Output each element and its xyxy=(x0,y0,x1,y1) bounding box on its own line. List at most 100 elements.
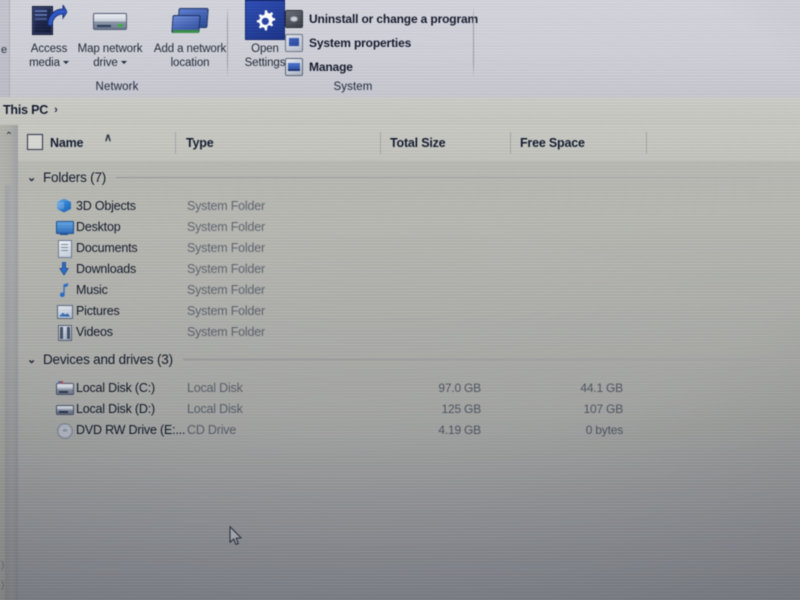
column-divider[interactable] xyxy=(510,132,511,154)
access-media-label-l2: media xyxy=(29,56,60,69)
list-item[interactable]: Music System Folder xyxy=(18,279,800,300)
list-item[interactable]: DVD RW Drive (E:... CD Drive 4.19 GB 0 b… xyxy=(18,419,800,440)
chevron-down-icon[interactable]: ⌄ xyxy=(27,353,39,366)
add-network-location-label: Add a network location xyxy=(154,43,226,70)
select-all-checkbox[interactable] xyxy=(27,134,43,150)
dvd-drive-icon xyxy=(56,422,73,439)
3d-objects-icon xyxy=(56,198,72,214)
add-network-location-icon xyxy=(168,4,212,40)
navigation-pane[interactable]: ⌃ ) ) xyxy=(0,125,19,600)
list-item[interactable]: Documents System Folder xyxy=(18,237,800,258)
item-type: System Folder xyxy=(187,198,265,213)
column-divider[interactable] xyxy=(175,132,176,154)
add-net-label-l1: Add a network xyxy=(153,43,227,55)
column-header-total-size[interactable]: Total Size xyxy=(390,136,446,150)
column-header-row: Name ∧ Type Total Size Free Space xyxy=(18,125,800,162)
map-network-drive-button[interactable]: Map network drive xyxy=(71,4,149,70)
uninstall-program-label: Uninstall or change a program xyxy=(309,12,479,26)
ribbon-group-system-label: System xyxy=(333,81,373,93)
open-settings-icon-wrap xyxy=(245,0,285,40)
manage-button[interactable]: Manage xyxy=(285,58,353,76)
item-type: Local Disk xyxy=(187,380,243,395)
group-rule xyxy=(182,358,760,360)
breadcrumb-chevron-icon[interactable]: › xyxy=(54,104,58,116)
open-settings-label: Open Settings xyxy=(245,43,286,70)
nav-ghost-fragment: ) xyxy=(1,560,5,571)
group-rule xyxy=(116,176,760,178)
list-item[interactable]: Desktop System Folder xyxy=(18,216,800,237)
column-header-free-space[interactable]: Free Space xyxy=(520,136,585,150)
file-explorer-window: e Access media Map network drive Add a n… xyxy=(0,0,800,600)
item-name: Desktop xyxy=(76,219,121,234)
access-media-label: Access media xyxy=(29,43,69,70)
item-name: DVD RW Drive (E:... xyxy=(76,422,186,437)
ribbon-group-separator-right xyxy=(473,6,474,78)
list-item[interactable]: Pictures System Folder xyxy=(18,300,800,321)
open-settings-label-l2: Settings xyxy=(244,56,286,69)
access-media-icon xyxy=(29,4,69,40)
breadcrumb-item-this-pc[interactable]: This PC xyxy=(3,103,48,117)
list-item[interactable]: 3D Objects System Folder xyxy=(18,195,800,216)
item-total-size: 97.0 GB xyxy=(438,380,481,395)
item-name: Downloads xyxy=(76,261,137,276)
item-type: System Folder xyxy=(187,219,265,234)
chevron-down-icon[interactable]: ⌄ xyxy=(27,171,39,184)
list-item[interactable]: Videos System Folder xyxy=(18,321,800,342)
column-header-type[interactable]: Type xyxy=(186,136,214,150)
add-network-location-button[interactable]: Add a network location xyxy=(147,4,233,70)
item-total-size: 125 GB xyxy=(441,401,482,416)
list-item[interactable]: Local Disk (D:) Local Disk 125 GB 107 GB xyxy=(18,398,800,419)
gear-icon xyxy=(245,0,285,40)
item-type: System Folder xyxy=(187,324,265,339)
music-icon xyxy=(56,282,72,298)
item-name: Local Disk (C:) xyxy=(76,380,155,395)
group-header-devices[interactable]: ⌄ Devices and drives (3) xyxy=(18,346,800,372)
item-free-space: 0 bytes xyxy=(585,422,623,437)
sort-ascending-icon: ∧ xyxy=(104,132,113,144)
system-properties-button[interactable]: System properties xyxy=(285,34,411,52)
downloads-icon xyxy=(56,261,72,277)
item-total-size: 4.19 GB xyxy=(438,422,481,437)
uninstall-program-button[interactable]: Uninstall or change a program xyxy=(285,10,478,28)
pictures-icon xyxy=(56,303,73,319)
list-item[interactable]: Local Disk (C:) Local Disk 97.0 GB 44.1 … xyxy=(18,377,800,398)
item-free-space: 44.1 GB xyxy=(580,380,623,395)
list-item[interactable]: Downloads System Folder xyxy=(18,258,800,279)
item-type: CD Drive xyxy=(187,422,237,437)
item-type: System Folder xyxy=(187,282,265,297)
column-header-name[interactable]: Name xyxy=(50,136,83,150)
mouse-cursor xyxy=(229,526,243,546)
item-name: 3D Objects xyxy=(76,198,136,213)
file-list: ⌄ Folders (7) 3D Objects System Folder D… xyxy=(18,161,800,600)
item-free-space: 107 GB xyxy=(583,401,624,416)
item-type: Local Disk xyxy=(187,401,243,416)
address-bar[interactable]: This PC › xyxy=(0,97,800,126)
column-divider[interactable] xyxy=(380,132,381,154)
nav-ghost-fragment: ) xyxy=(1,580,5,591)
chevron-down-icon[interactable] xyxy=(62,60,69,64)
ribbon-toolbar: e Access media Map network drive Add a n… xyxy=(0,0,800,98)
item-name: Music xyxy=(76,282,108,297)
access-media-label-l1: Access xyxy=(30,43,68,55)
manage-label: Manage xyxy=(309,60,353,74)
ribbon-group-network-label: Network xyxy=(95,81,139,93)
local-disk-c-icon xyxy=(56,380,74,396)
map-drive-label-l2: drive xyxy=(93,56,118,69)
item-type: System Folder xyxy=(187,240,265,255)
map-drive-label-l1: Map network xyxy=(77,43,143,55)
group-title-devices: Devices and drives (3) xyxy=(43,351,173,367)
documents-icon xyxy=(56,239,72,258)
item-name: Videos xyxy=(76,324,113,339)
breadcrumb[interactable]: This PC › xyxy=(3,103,58,117)
column-divider[interactable] xyxy=(646,132,647,154)
local-disk-d-icon xyxy=(56,401,74,417)
navigation-pane-scrollbar[interactable] xyxy=(5,185,14,600)
scroll-up-icon[interactable]: ⌃ xyxy=(2,129,16,143)
item-type: System Folder xyxy=(187,261,265,276)
add-net-label-l2: location xyxy=(170,56,210,69)
chevron-down-icon[interactable] xyxy=(120,60,127,64)
map-network-drive-icon xyxy=(90,4,130,40)
ribbon-clipped-label: e xyxy=(1,44,7,56)
ribbon-group-system: Open Settings Uninstall or change a prog… xyxy=(228,0,508,97)
group-header-folders[interactable]: ⌄ Folders (7) xyxy=(18,164,800,190)
